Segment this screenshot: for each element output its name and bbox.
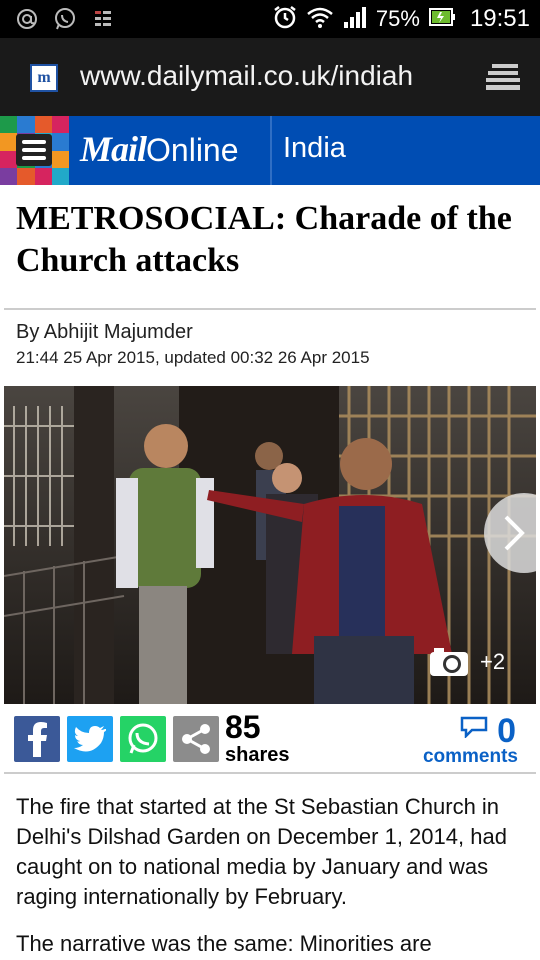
status-bar: 75% 19:51: [0, 0, 540, 38]
site-favicon: m: [30, 64, 58, 92]
chevron-right-icon: [504, 515, 525, 551]
whatsapp-icon: [128, 723, 158, 754]
clock: 19:51: [469, 5, 530, 32]
mailonline-logo[interactable]: Mail Online: [80, 128, 239, 172]
whatsapp-icon: [52, 6, 78, 32]
more-share-button[interactable]: [173, 716, 219, 762]
whatsapp-share-button[interactable]: [120, 716, 166, 762]
battery-percent: 75%: [375, 6, 420, 31]
twitter-share-button[interactable]: [67, 716, 113, 762]
hamburger-icon[interactable]: [16, 134, 52, 166]
article-paragraph: The narrative was the same: Minorities a…: [16, 931, 432, 956]
browser-toolbar: m www.dailymail.co.uk/indiah: [0, 38, 540, 116]
dateline: 21:44 25 Apr 2015, updated 00:32 26 Apr …: [16, 348, 370, 367]
article-paragraph: The fire that started at the St Sebastia…: [16, 794, 507, 909]
share-count: 85: [225, 709, 261, 745]
byline: By Abhijit Majumder: [16, 321, 193, 343]
battery-icon: [428, 6, 456, 33]
signal-icon: [342, 5, 368, 34]
gallery-indicator[interactable]: +2: [428, 646, 505, 678]
site-header: Mail Online India: [0, 116, 540, 185]
url-bar[interactable]: www.dailymail.co.uk/indiah: [80, 60, 456, 96]
divider: [4, 308, 536, 310]
alarm-icon: [272, 4, 298, 35]
comment-bubble-icon[interactable]: [460, 716, 488, 743]
section-india-link[interactable]: India: [283, 132, 346, 165]
gallery-count: +2: [480, 649, 506, 674]
article-headline: METROSOCIAL: Charade of the Church attac…: [16, 200, 512, 279]
wifi-icon: [306, 5, 334, 34]
share-bar: 85 shares 0 comments: [0, 704, 540, 774]
at-icon: [14, 6, 40, 32]
header-divider: [270, 116, 272, 185]
tabs-menu-icon[interactable]: [484, 62, 522, 94]
divider: [4, 772, 536, 774]
share-count-label: shares: [225, 744, 290, 766]
camera-icon: [430, 648, 468, 676]
facebook-share-button[interactable]: [14, 716, 60, 762]
comments-link[interactable]: comments: [423, 746, 518, 768]
twitter-icon: [74, 726, 106, 752]
share-icon: [182, 724, 210, 754]
facebook-icon: [28, 722, 47, 757]
article-photo[interactable]: +2: [4, 386, 536, 704]
notification-icon: [90, 6, 116, 32]
